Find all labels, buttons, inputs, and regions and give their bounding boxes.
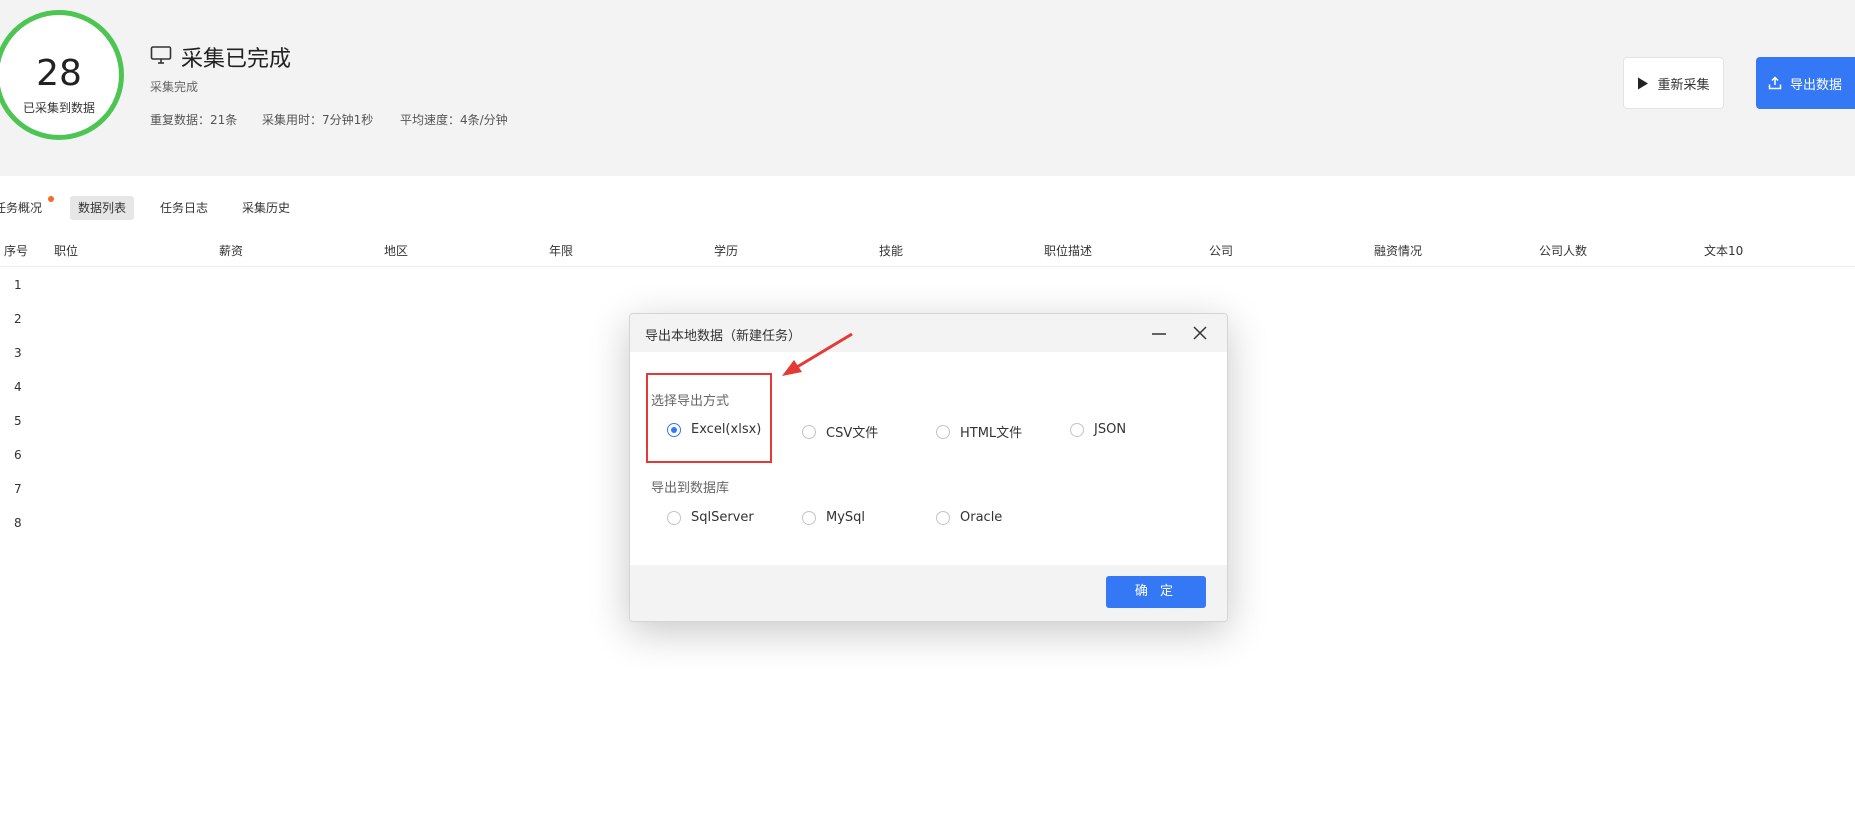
- table-row[interactable]: 6: [14, 448, 22, 462]
- radio-circle: [936, 424, 950, 439]
- confirm-button[interactable]: 确 定: [1106, 576, 1206, 608]
- radio-label: JSON: [1094, 422, 1127, 437]
- annotation-arrow-icon: [782, 332, 853, 376]
- tab-collection-history[interactable]: 采集历史: [234, 196, 298, 220]
- page-title: 采集已完成: [181, 47, 292, 72]
- tab-data-list[interactable]: 数据列表: [70, 196, 135, 220]
- radio-label: HTML文件: [960, 426, 1023, 441]
- upload-icon: [1768, 76, 1782, 90]
- radio-label: SqlServer: [691, 510, 754, 525]
- duration-stat: 采集用时：7分钟1秒: [262, 113, 374, 127]
- table-row[interactable]: 3: [14, 346, 22, 360]
- monitor-icon: [150, 46, 172, 64]
- close-icon[interactable]: [1192, 325, 1208, 341]
- radio-label: MySql: [826, 510, 866, 525]
- column-header: 公司: [1209, 244, 1234, 258]
- play-icon: [1638, 77, 1649, 89]
- dialog-footer: 确 定: [630, 565, 1227, 621]
- radio-circle: [802, 510, 816, 525]
- radio-mysql[interactable]: MySql: [802, 510, 865, 525]
- dialog-title: 导出本地数据（新建任务）: [645, 329, 802, 344]
- export-db-label: 导出到数据库: [651, 481, 730, 496]
- radio-circle: [936, 510, 950, 525]
- summary-header: 28 已采集到数据 采集已完成 采集完成 重复数据：21条 采集用时：7分钟1秒…: [0, 0, 1855, 176]
- radio-json[interactable]: JSON: [1070, 422, 1126, 437]
- duplicate-stat: 重复数据：21条: [150, 113, 238, 127]
- tab-task-overview[interactable]: 任务概况: [0, 196, 50, 220]
- export-label: 导出数据: [1790, 77, 1843, 93]
- annotation-highlight-box: [646, 373, 772, 463]
- column-header: 文本10: [1704, 244, 1744, 258]
- restart-label: 重新采集: [1657, 77, 1710, 93]
- table-row[interactable]: 8: [14, 516, 22, 530]
- status-subtitle: 采集完成: [150, 80, 199, 94]
- column-header: 薪资: [219, 244, 244, 258]
- column-header: 年限: [549, 244, 574, 258]
- restart-button[interactable]: 重新采集: [1623, 57, 1724, 109]
- column-header: 技能: [879, 244, 904, 258]
- table-row[interactable]: 1: [14, 278, 22, 292]
- tab-task-log[interactable]: 任务日志: [152, 196, 216, 220]
- speed-stat: 平均速度：4条/分钟: [400, 113, 508, 127]
- column-header: 融资情况: [1374, 244, 1423, 258]
- minimize-icon[interactable]: [1151, 328, 1167, 340]
- export-button[interactable]: 导出数据: [1756, 57, 1855, 109]
- radio-circle: [667, 510, 681, 525]
- column-header: 学历: [714, 244, 739, 258]
- radio-circle: [802, 424, 816, 439]
- table-row[interactable]: 4: [14, 380, 22, 394]
- collected-count: 28: [36, 53, 82, 94]
- radio-label: Oracle: [960, 510, 1003, 525]
- export-dialog: 导出本地数据（新建任务） 选择导出方式 Excel(xlsx) CSV文件 HT…: [629, 313, 1228, 622]
- column-header: 公司人数: [1539, 244, 1588, 258]
- column-header: 序号: [4, 244, 29, 258]
- radio-html[interactable]: HTML文件: [936, 422, 1022, 441]
- notification-dot: [48, 196, 54, 202]
- column-header: 职位: [54, 244, 79, 258]
- radio-csv[interactable]: CSV文件: [802, 422, 878, 441]
- table-row[interactable]: 2: [14, 312, 22, 326]
- table-row[interactable]: 5: [14, 414, 22, 428]
- column-header: 职位描述: [1044, 244, 1093, 258]
- dialog-titlebar: 导出本地数据（新建任务）: [630, 314, 1227, 352]
- radio-sqlserver[interactable]: SqlServer: [667, 510, 754, 525]
- table-row[interactable]: 7: [14, 482, 22, 496]
- column-header: 地区: [384, 244, 409, 258]
- table-header: 序号 职位 薪资 地区 年限 学历 技能 职位描述 公司 融资情况 公司人数 文…: [0, 236, 1855, 267]
- collected-count-ring: 28 已采集到数据: [0, 10, 124, 140]
- radio-oracle[interactable]: Oracle: [936, 510, 1002, 525]
- radio-circle: [1070, 422, 1084, 437]
- radio-label: CSV文件: [826, 426, 879, 441]
- collected-count-label: 已采集到数据: [22, 101, 95, 115]
